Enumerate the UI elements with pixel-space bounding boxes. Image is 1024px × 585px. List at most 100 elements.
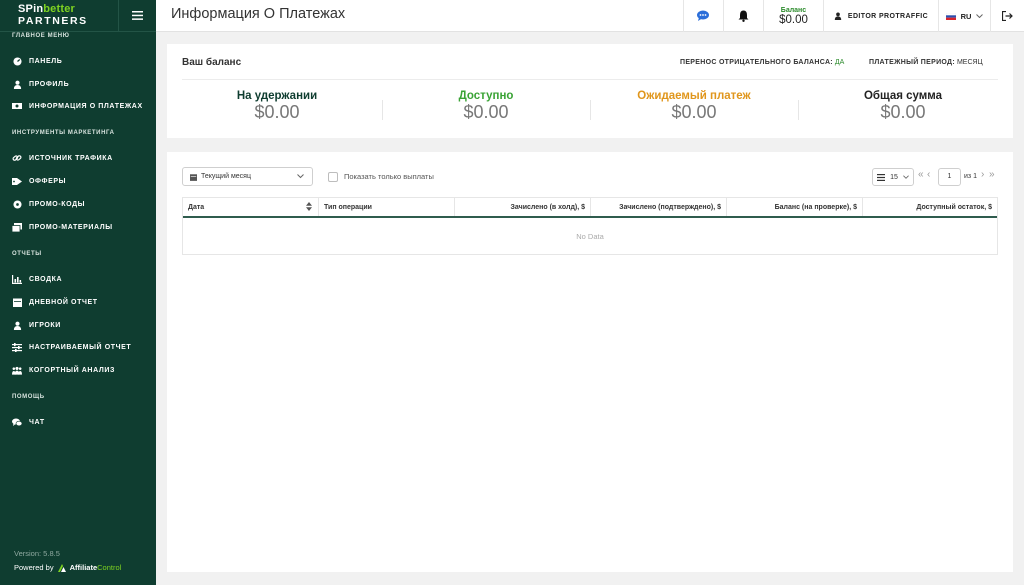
column-operation-type[interactable]: Тип операции [319,198,455,216]
chat-icon [12,417,22,427]
chevron-down-icon [297,174,304,179]
section-title-main-menu: Главное меню [12,33,70,39]
sidebar-item-daily-report[interactable]: Дневной отчет [0,292,156,312]
sidebar-item-offers[interactable]: Офферы [0,171,156,191]
promo-icon [12,199,22,209]
chat-icon [696,10,709,21]
only-payouts-label[interactable]: Показать только выплаты [344,172,434,181]
balance-card-title: Ваш баланс [182,57,242,68]
stat-value: $0.00 [463,102,509,122]
sidebar: SPinbetter PARTNERS Главное меню Панель … [0,0,156,585]
payment-period-info: ПЛАТЕЖНЫЙ ПЕРИОД: МЕСЯЦ [869,59,983,66]
column-balance-review[interactable]: Баланс (на проверке), $ [727,198,863,216]
next-page-icon[interactable]: › [981,170,984,180]
column-credited-hold[interactable]: Зачислено (в холд), $ [455,198,591,216]
payment-period-value: МЕСЯЦ [956,59,983,66]
payment-period-label: ПЛАТЕЖНЫЙ ПЕРИОД: [869,59,955,66]
sidebar-item-profile[interactable]: Профиль [0,74,156,94]
sidebar-item-label: Профиль [29,80,70,88]
sidebar-item-label: Информация о платежах [29,102,143,110]
image-icon [12,222,22,232]
top-header: Информация О Платежах Баланс $0.00 EDITO… [156,0,1024,32]
sidebar-item-players[interactable]: Игроки [0,315,156,335]
sliders-icon [12,342,22,352]
user-icon [12,79,22,89]
stat-available: Доступно $0.00 [386,90,586,123]
last-page-icon[interactable]: » [989,170,995,180]
bell-icon [738,10,749,22]
sidebar-item-chat[interactable]: Чат [0,412,156,432]
user-menu[interactable]: EDITOR PROTRAFFIC [823,0,938,32]
page-number-input[interactable]: 1 [938,168,961,186]
user-name: EDITOR PROTRAFFIC [847,12,929,20]
dashboard-icon [12,56,22,66]
transactions-card: Текущий месяц Показать только выплаты 15… [167,152,1013,572]
sidebar-item-summary[interactable]: Сводка [0,269,156,289]
prev-page-icon[interactable]: ‹ [927,170,930,180]
stat-total: Общая сумма $0.00 [803,90,1003,123]
sidebar-item-traffic-source[interactable]: Источник трафика [0,148,156,168]
version-text: Version: 5.8.5 [14,549,60,558]
stat-expected-payment: Ожидаемый платеж $0.00 [594,90,794,123]
only-payouts-checkbox[interactable] [328,172,338,182]
powered-brand-b: Control [97,563,122,572]
table-header: Дата Тип операции Зачислено (в холд), $ … [183,198,997,218]
balance-card: Ваш баланс ПЕРЕНОС ОТРИЦАТЕЛЬНОГО БАЛАНС… [167,44,1013,138]
stat-value: $0.00 [880,102,926,122]
stat-label: На удержании [236,90,318,102]
chevron-down-icon [903,175,909,179]
section-title-help: Помощь [12,394,45,400]
stat-label: Ожидаемый платеж [637,90,751,102]
balance-value: $0.00 [779,13,808,26]
sidebar-item-custom-report[interactable]: Настраиваемый отчет [0,337,156,357]
per-page-value: 15 [890,173,898,181]
flag-ru-icon [945,12,956,20]
language-select[interactable]: RU [938,0,990,32]
transactions-table: Дата Тип операции Зачислено (в холд), $ … [182,197,998,255]
messages-button[interactable] [683,0,723,32]
negative-carry-info: ПЕРЕНОС ОТРИЦАТЕЛЬНОГО БАЛАНСА: ДА [680,59,844,66]
stat-separator [382,100,383,120]
page-total: из 1 [964,173,977,180]
column-credited-confirmed[interactable]: Зачислено (подтверждено), $ [591,198,727,216]
link-icon [12,153,22,163]
sidebar-item-label: Промо-материалы [29,223,113,231]
balance-label: Баланс [780,6,807,14]
first-page-icon[interactable]: « [918,170,924,180]
balance-widget[interactable]: Баланс $0.00 [763,0,823,32]
balance-card-divider [182,79,998,80]
period-select-value: Текущий месяц [201,173,251,180]
stat-value: $0.00 [254,102,300,122]
column-available-remainder[interactable]: Доступный остаток, $ [863,198,997,216]
column-date[interactable]: Дата [183,198,319,216]
sidebar-item-label: Игроки [29,321,61,329]
sidebar-item-label: Панель [29,57,63,65]
sidebar-header: SPinbetter PARTNERS [0,0,156,32]
per-page-select[interactable]: 15 [872,168,914,186]
user-icon [834,12,842,20]
logout-button[interactable] [990,0,1024,32]
powered-by-label: Powered by [14,563,54,572]
stat-separator [798,100,799,120]
sidebar-item-cohort-analysis[interactable]: Когортный анализ [0,360,156,380]
period-select[interactable]: Текущий месяц [182,167,313,186]
sidebar-item-promo-materials[interactable]: Промо-материалы [0,217,156,237]
menu-toggle-button[interactable] [118,0,156,32]
list-icon [877,173,885,181]
stat-separator [590,100,591,120]
sort-icon [306,202,312,211]
sidebar-item-promo-codes[interactable]: Промо-коды [0,194,156,214]
stat-label: Общая сумма [863,90,943,102]
notifications-button[interactable] [723,0,763,32]
powered-by[interactable]: Powered by AffiliateControl [14,563,121,572]
calendar-icon [190,173,197,181]
sidebar-item-dashboard[interactable]: Панель [0,51,156,71]
language-code: RU [960,11,972,21]
affiliate-control-logo-icon [57,563,66,572]
sidebar-item-payment-info[interactable]: Информация о платежах [0,96,156,116]
money-icon [12,101,22,111]
sidebar-item-label: Сводка [29,275,63,283]
brand-logo[interactable]: SPinbetter PARTNERS [0,4,88,27]
tag-icon [12,176,22,186]
powered-brand-a: Affiliate [69,563,98,572]
